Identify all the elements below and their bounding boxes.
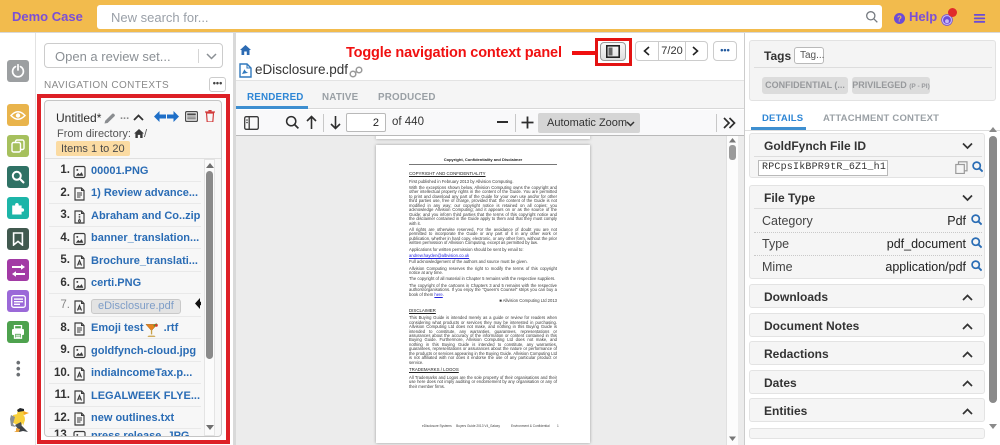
svg-text:?: ? <box>897 14 902 23</box>
